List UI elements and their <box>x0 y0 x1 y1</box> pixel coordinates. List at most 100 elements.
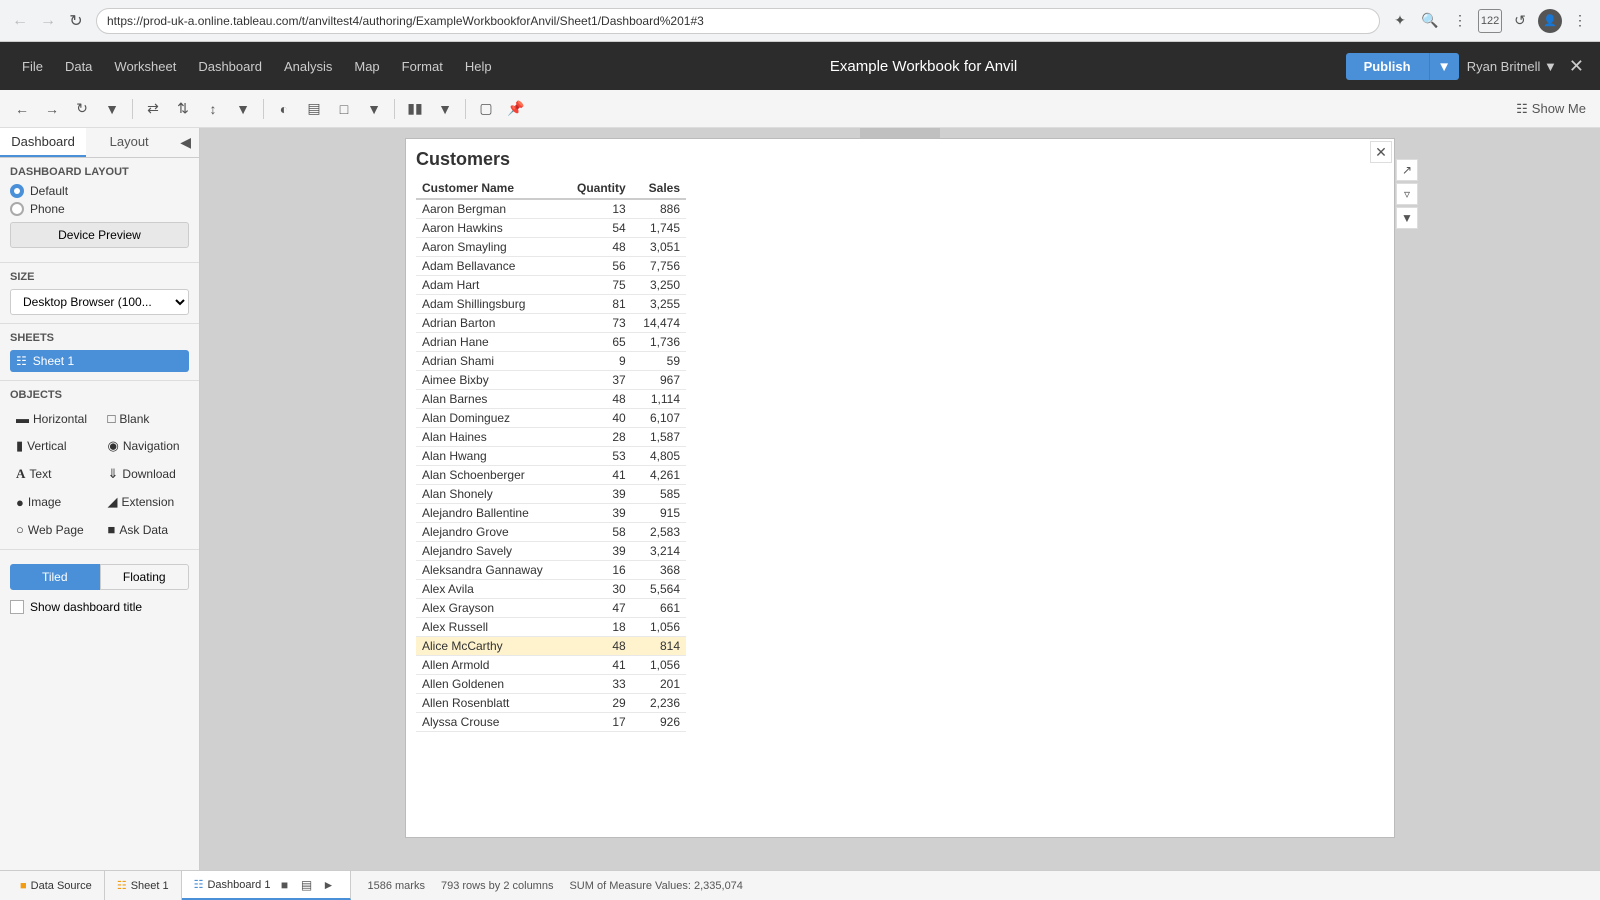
table-row[interactable]: Alex Grayson 47 661 <box>416 599 686 618</box>
table-row[interactable]: Aleksandra Gannaway 16 368 <box>416 561 686 580</box>
sheet-filter-button[interactable]: ▿ <box>1396 183 1418 205</box>
menu-help[interactable]: Help <box>455 55 502 78</box>
tab-layout[interactable]: Layout <box>86 128 172 157</box>
table-row[interactable]: Alan Barnes 48 1,114 <box>416 390 686 409</box>
status-tab-datasource[interactable]: ■ Data Source <box>8 871 105 900</box>
table-row[interactable]: Adam Shillingsburg 81 3,255 <box>416 295 686 314</box>
table-row[interactable]: Alejandro Ballentine 39 915 <box>416 504 686 523</box>
table-row[interactable]: Aaron Bergman 13 886 <box>416 199 686 219</box>
object-vertical[interactable]: ▮ Vertical <box>10 434 98 458</box>
back-button[interactable]: ← <box>8 9 32 33</box>
table-row[interactable]: Adam Hart 75 3,250 <box>416 276 686 295</box>
profile-icon[interactable]: 👤 <box>1538 9 1562 33</box>
table-row[interactable]: Adrian Hane 65 1,736 <box>416 333 686 352</box>
publish-button[interactable]: Publish <box>1346 53 1429 80</box>
table-row[interactable]: Alan Haines 28 1,587 <box>416 428 686 447</box>
layout-option-default[interactable]: Default <box>10 184 189 198</box>
show-title-checkbox[interactable] <box>10 600 24 614</box>
sheet-expand-button[interactable]: ↗ <box>1396 159 1418 181</box>
table-row[interactable]: Alan Dominguez 40 6,107 <box>416 409 686 428</box>
menu-file[interactable]: File <box>12 55 53 78</box>
forward-button[interactable]: → <box>36 9 60 33</box>
history-button[interactable]: ↺ <box>1508 9 1532 33</box>
tab-groups-button[interactable]: 122 <box>1478 9 1502 33</box>
sort-dropdown[interactable]: ▼ <box>229 95 257 123</box>
object-navigation[interactable]: ◉ Navigation <box>102 434 190 458</box>
table-row[interactable]: Alex Avila 30 5,564 <box>416 580 686 599</box>
undo-button[interactable]: ← <box>8 95 36 123</box>
extensions-button[interactable]: ✦ <box>1388 9 1412 33</box>
status-tab-sheet1[interactable]: ☷ Sheet 1 <box>105 871 182 900</box>
layout-option-phone[interactable]: Phone <box>10 202 189 216</box>
reload-button[interactable]: ↻ <box>68 95 96 123</box>
object-image[interactable]: ● Image <box>10 490 98 514</box>
panel-collapse-button[interactable]: ◀ <box>172 128 199 157</box>
table-row[interactable]: Alejandro Savely 39 3,214 <box>416 542 686 561</box>
menu-map[interactable]: Map <box>344 55 389 78</box>
tab-dashboard[interactable]: Dashboard <box>0 128 86 157</box>
menu-analysis[interactable]: Analysis <box>274 55 342 78</box>
group-button[interactable]: ◐ <box>270 95 298 123</box>
address-bar[interactable]: https://prod-uk-a.online.tableau.com/t/a… <box>96 8 1380 34</box>
table-row[interactable]: Alan Hwang 53 4,805 <box>416 447 686 466</box>
table-row[interactable]: Alan Schoenberger 41 4,261 <box>416 466 686 485</box>
object-text[interactable]: A Text <box>10 462 98 486</box>
bar-button[interactable]: ▮▮ <box>401 95 429 123</box>
menu-format[interactable]: Format <box>392 55 453 78</box>
sheet-scroll-button[interactable]: ▼ <box>1396 207 1418 229</box>
table-row[interactable]: Alejandro Grove 58 2,583 <box>416 523 686 542</box>
table-row[interactable]: Alan Shonely 39 585 <box>416 485 686 504</box>
show-me-button[interactable]: ☷ Show Me <box>1510 98 1592 120</box>
object-horizontal[interactable]: ▬ Horizontal <box>10 407 98 430</box>
tab-options-button[interactable]: ► <box>318 875 338 895</box>
table-row[interactable]: Alice McCarthy 48 814 <box>416 637 686 656</box>
tab-new-button[interactable]: ■ <box>274 875 294 895</box>
sort-asc-button[interactable]: ⇅ <box>169 95 197 123</box>
sheet-item-1[interactable]: ☷ Sheet 1 <box>10 350 189 372</box>
table-row[interactable]: Aaron Smayling 48 3,051 <box>416 238 686 257</box>
sheet-handle[interactable] <box>860 128 940 138</box>
floating-button[interactable]: Floating <box>100 564 190 590</box>
bar-dropdown[interactable]: ▼ <box>431 95 459 123</box>
size-button[interactable]: □ <box>330 95 358 123</box>
device-preview-button[interactable]: Device Preview <box>10 222 189 248</box>
more-button[interactable]: ⋮ <box>1568 9 1592 33</box>
tooltip-button[interactable]: ▢ <box>472 95 500 123</box>
table-row[interactable]: Allen Armold 41 1,056 <box>416 656 686 675</box>
object-webpage[interactable]: ○ Web Page <box>10 518 98 541</box>
table-row[interactable]: Alyssa Crouse 17 926 <box>416 713 686 732</box>
tiled-button[interactable]: Tiled <box>10 564 100 590</box>
table-row[interactable]: Allen Rosenblatt 29 2,236 <box>416 694 686 713</box>
swap-button[interactable]: ⇄ <box>139 95 167 123</box>
menu-dashboard[interactable]: Dashboard <box>188 55 272 78</box>
tab-grid-button[interactable]: ▤ <box>296 875 316 895</box>
sheet-close-button[interactable]: ✕ <box>1370 141 1392 163</box>
size-dropdown[interactable]: Desktop Browser (100... <box>10 289 189 315</box>
size-dropdown[interactable]: ▼ <box>360 95 388 123</box>
table-row[interactable]: Adam Bellavance 56 7,756 <box>416 257 686 276</box>
menu-worksheet[interactable]: Worksheet <box>104 55 186 78</box>
status-tab-dashboard1[interactable]: ☷ Dashboard 1 ■ ▤ ► <box>182 871 352 900</box>
table-row[interactable]: Aimee Bixby 37 967 <box>416 371 686 390</box>
redo-button[interactable]: → <box>38 95 66 123</box>
object-askdata[interactable]: ■ Ask Data <box>102 518 190 541</box>
table-row[interactable]: Allen Goldenen 33 201 <box>416 675 686 694</box>
settings-button[interactable]: ⋮ <box>1448 9 1472 33</box>
zoom-button[interactable]: 🔍 <box>1418 9 1442 33</box>
table-row[interactable]: Alex Russell 18 1,056 <box>416 618 686 637</box>
dropdown-button[interactable]: ▼ <box>98 95 126 123</box>
table-row[interactable]: Adrian Shami 9 59 <box>416 352 686 371</box>
object-extension[interactable]: ◢ Extension <box>102 490 190 514</box>
table-row[interactable]: Aaron Hawkins 54 1,745 <box>416 219 686 238</box>
table-row[interactable]: Adrian Barton 73 14,474 <box>416 314 686 333</box>
object-blank[interactable]: □ Blank <box>102 407 190 430</box>
label-button[interactable]: ▤ <box>300 95 328 123</box>
object-download[interactable]: ⇓ Download <box>102 462 190 486</box>
user-name[interactable]: Ryan Britnell ▼ <box>1467 59 1557 74</box>
close-button[interactable]: ✕ <box>1565 52 1588 81</box>
refresh-button[interactable]: ↻ <box>64 9 88 33</box>
sort-btn2[interactable]: ↕ <box>199 95 227 123</box>
publish-dropdown-button[interactable]: ▼ <box>1429 53 1459 80</box>
pin-button[interactable]: 📌 <box>502 95 530 123</box>
menu-data[interactable]: Data <box>55 55 102 78</box>
